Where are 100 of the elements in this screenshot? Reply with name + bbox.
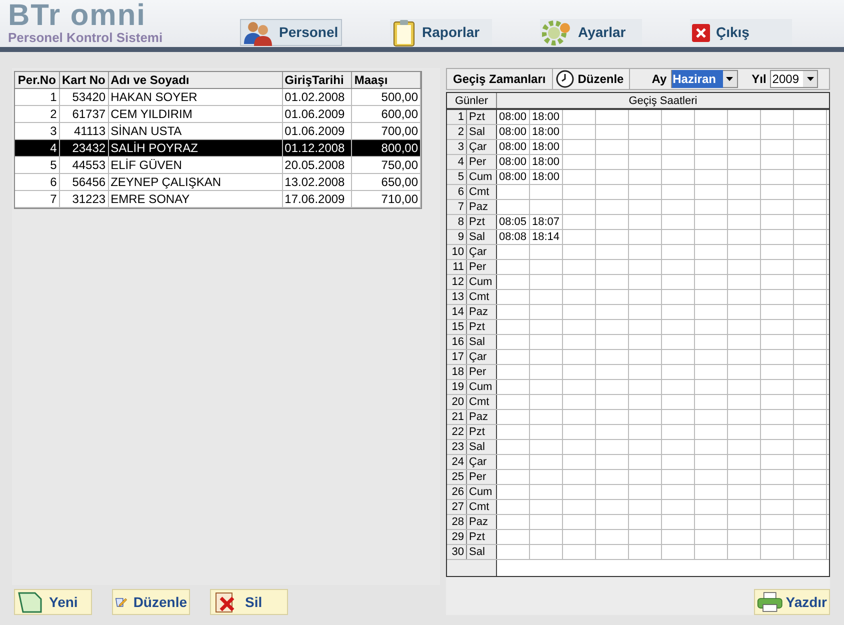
people-icon (243, 20, 273, 46)
day-name: Pzt (467, 320, 497, 334)
day-name: Paz (467, 410, 497, 424)
day-number: 16 (447, 335, 467, 349)
print-button[interactable]: Yazdır (754, 589, 830, 615)
day-name: Per (467, 155, 497, 169)
day-number: 22 (447, 425, 467, 439)
day-name: Cum (467, 170, 497, 184)
day-number: 14 (447, 305, 467, 319)
day-number: 29 (447, 530, 467, 544)
time-cell: 18:00 (530, 170, 563, 184)
action-button[interactable]: Sil (210, 589, 288, 615)
table-row[interactable]: 4 23432 SALİH POYRAZ 01.12.2008 800,00 (15, 140, 421, 157)
table-cell: 710,00 (352, 191, 421, 208)
day-name: Sal (467, 440, 497, 454)
column-header: Geçiş Saatleri (628, 94, 698, 108)
day-number: 1 (447, 110, 467, 124)
table-row[interactable]: 6 56456 ZEYNEP ÇALIŞKAN 13.02.2008 650,00 (15, 174, 421, 191)
time-cell: 18:14 (530, 230, 563, 244)
day-name: Cum (467, 380, 497, 394)
panel-title: Geçiş Zamanları (452, 71, 547, 88)
action-button[interactable]: Düzenle (112, 589, 190, 615)
day-number: 18 (447, 365, 467, 379)
time-cell: 18:00 (530, 140, 563, 154)
day-name: Paz (467, 305, 497, 319)
day-name: Sal (467, 230, 497, 244)
page-icon (17, 591, 43, 613)
day-number: 5 (447, 170, 467, 184)
day-name: Cmt (467, 290, 497, 304)
day-name: Paz (467, 200, 497, 214)
day-name: Per (467, 470, 497, 484)
day-name: Cum (467, 485, 497, 499)
day-number: 21 (447, 410, 467, 424)
day-name: Paz (467, 515, 497, 529)
time-cell: 18:00 (530, 110, 563, 124)
day-number: 27 (447, 500, 467, 514)
caret-icon (722, 71, 737, 87)
day-number: 8 (447, 215, 467, 229)
day-name: Çar (467, 245, 497, 259)
day-number: 30 (447, 545, 467, 559)
day-number: 28 (447, 515, 467, 529)
time-cell: 18:00 (530, 155, 563, 169)
time-cell: 08:08 (497, 230, 530, 244)
day-number: 20 (447, 395, 467, 409)
table-cell: 7 (15, 191, 60, 208)
time-cell: 08:00 (497, 155, 530, 169)
nav-tab[interactable]: Raporlar (390, 19, 492, 46)
day-name: Sal (467, 335, 497, 349)
day-name: Cmt (467, 500, 497, 514)
day-name: Pzt (467, 110, 497, 124)
day-name: Sal (467, 125, 497, 139)
table-cell: 31223 (60, 191, 109, 208)
column-header: Adı ve Soyadı (108, 72, 283, 88)
action-button[interactable]: Yeni (14, 589, 92, 615)
app-logo: BTr omni (8, 2, 148, 30)
column-header: Per.No (15, 72, 60, 88)
table-cell: EMRE SONAY (108, 191, 283, 208)
day-number: 7 (447, 200, 467, 214)
day-number: 23 (447, 440, 467, 454)
day-name: Çar (467, 140, 497, 154)
day-name: Cmt (467, 395, 497, 409)
table-row[interactable]: 3 41113 SİNAN USTA 01.06.2009 700,00 (15, 123, 421, 140)
clipboard-icon (392, 18, 416, 46)
day-number: 11 (447, 260, 467, 274)
time-cell: 08:00 (497, 110, 530, 124)
day-number: 15 (447, 320, 467, 334)
day-name: Pzt (467, 215, 497, 229)
day-name: Per (467, 365, 497, 379)
edit-button[interactable]: Düzenle (552, 68, 630, 90)
table-row[interactable]: 1 53420 HAKAN SOYER 01.02.2008 500,00 (15, 89, 421, 106)
column-header: Günler (447, 93, 497, 108)
day-number: 13 (447, 290, 467, 304)
day-name: Pzt (467, 425, 497, 439)
table-row[interactable]: 2 61737 CEM YILDIRIM 01.06.2009 600,00 (15, 106, 421, 123)
day-number: 4 (447, 155, 467, 169)
gear-icon (542, 18, 572, 46)
month-dropdown[interactable]: Haziran (670, 70, 738, 88)
app-subtitle: Personel Kontrol Sistemi (8, 30, 164, 46)
day-number: 26 (447, 485, 467, 499)
close-icon (692, 24, 710, 42)
day-number: 10 (447, 245, 467, 259)
day-name: Cmt (467, 185, 497, 199)
column-header: GirişTarihi (282, 72, 352, 88)
day-number: 19 (447, 380, 467, 394)
day-number: 3 (447, 140, 467, 154)
day-name: Çar (467, 455, 497, 469)
table-row[interactable]: 7 31223 EMRE SONAY 17.06.2009 710,00 (15, 191, 421, 208)
time-cell: 08:00 (497, 140, 530, 154)
time-cell: 18:00 (530, 125, 563, 139)
year-dropdown[interactable]: 2009 (770, 70, 818, 88)
table-cell: 17.06.2009 (282, 191, 352, 208)
day-number: 24 (447, 455, 467, 469)
nav-tab[interactable]: Ayarlar (540, 19, 642, 46)
time-cell: 18:07 (530, 215, 563, 229)
table-row[interactable]: 5 44553 ELİF GÜVEN 20.05.2008 750,00 (15, 157, 421, 174)
month-label: Ay (652, 71, 667, 88)
day-name: Cum (467, 275, 497, 289)
day-name: Per (467, 260, 497, 274)
year-label: Yıl (752, 71, 766, 88)
nav-tab[interactable]: Personel (240, 19, 342, 46)
